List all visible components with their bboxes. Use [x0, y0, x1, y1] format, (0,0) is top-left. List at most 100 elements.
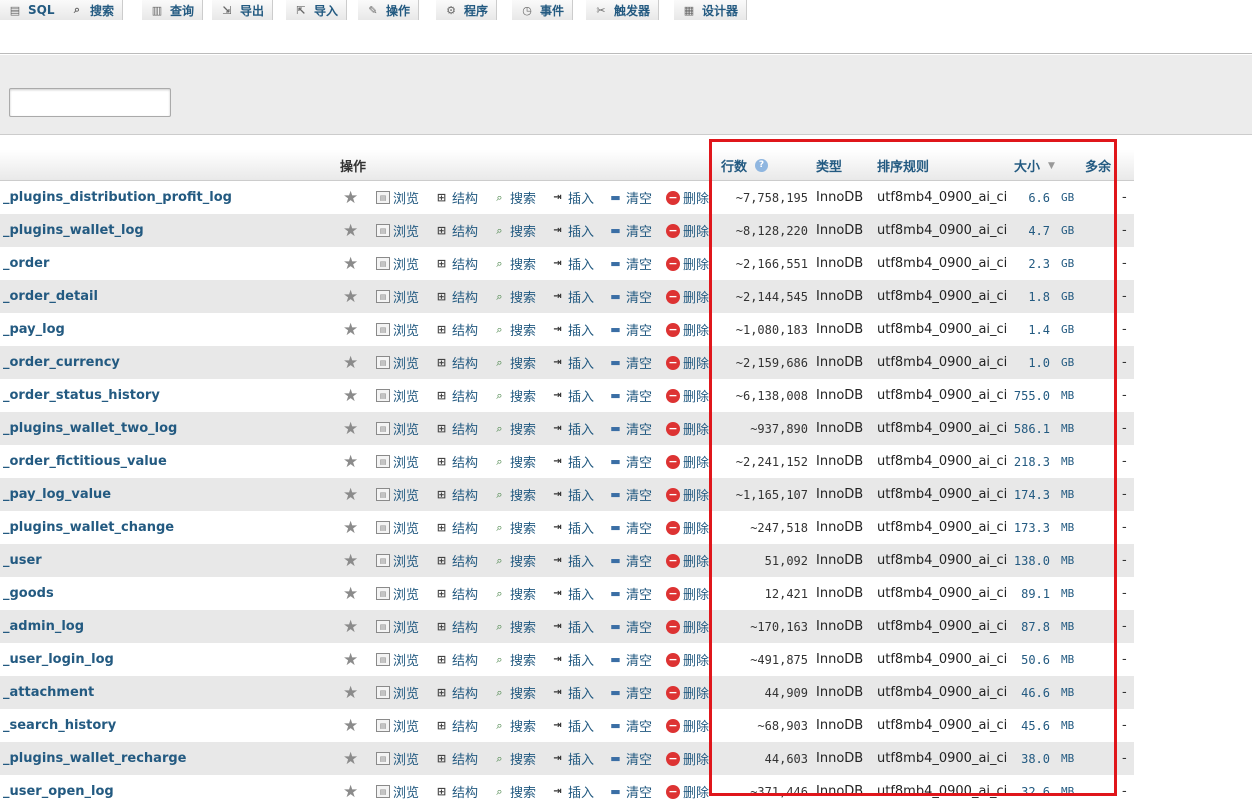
empty-action[interactable]: ▬ 清空 [608, 775, 652, 799]
structure-label[interactable]: 结构 [452, 650, 478, 669]
browse-action[interactable]: ▤ 浏览 [376, 313, 419, 346]
browse-action[interactable]: ▤ 浏览 [376, 214, 419, 247]
empty-action[interactable]: ▬ 清空 [608, 676, 652, 709]
size-unit[interactable]: MB [1061, 577, 1074, 610]
table-name-link[interactable]: _plugins_wallet_recharge [3, 742, 187, 775]
browse-action[interactable]: ▤ 浏览 [376, 511, 419, 544]
tab-label[interactable]: 设计器 [702, 2, 738, 19]
search-action[interactable]: ⌕ 搜索 [492, 577, 536, 610]
search-action[interactable]: ⌕ 搜索 [492, 379, 536, 412]
insert-label[interactable]: 插入 [568, 518, 594, 537]
search-label[interactable]: 搜索 [510, 650, 536, 669]
size-unit[interactable]: GB [1061, 214, 1074, 247]
empty-action[interactable]: ▬ 清空 [608, 478, 652, 511]
size-unit[interactable]: MB [1061, 445, 1074, 478]
empty-action[interactable]: ▬ 清空 [608, 643, 652, 676]
size-value[interactable]: 138.0 [1010, 544, 1050, 577]
empty-label[interactable]: 清空 [626, 452, 652, 471]
size-value[interactable]: 586.1 [1010, 412, 1050, 445]
structure-action[interactable]: ⊞ 结构 [434, 214, 478, 247]
insert-label[interactable]: 插入 [568, 221, 594, 240]
favorite-star-icon[interactable]: ★ [343, 247, 358, 280]
size-value[interactable]: 218.3 [1010, 445, 1050, 478]
structure-label[interactable]: 结构 [452, 584, 478, 603]
size-value[interactable]: 2.3 [1010, 247, 1050, 280]
browse-label[interactable]: 浏览 [393, 188, 419, 207]
tab-3[interactable]: ⇲ 导出 [212, 0, 274, 20]
table-name-link[interactable]: _user_open_log [3, 775, 114, 799]
drop-label[interactable]: 删除 [683, 188, 709, 207]
drop-action[interactable]: − 删除 [666, 214, 710, 247]
header-collation[interactable]: 排序规则 [877, 150, 929, 181]
search-label[interactable]: 搜索 [510, 188, 536, 207]
browse-label[interactable]: 浏览 [393, 584, 419, 603]
drop-action[interactable]: − 删除 [666, 742, 710, 775]
drop-label[interactable]: 删除 [683, 749, 709, 768]
structure-action[interactable]: ⊞ 结构 [434, 478, 478, 511]
structure-action[interactable]: ⊞ 结构 [434, 346, 478, 379]
tab-label[interactable]: 导入 [314, 2, 338, 19]
structure-label[interactable]: 结构 [452, 353, 478, 372]
table-filter-input[interactable] [9, 88, 171, 117]
drop-label[interactable]: 删除 [683, 683, 709, 702]
drop-label[interactable]: 删除 [683, 419, 709, 438]
structure-action[interactable]: ⊞ 结构 [434, 511, 478, 544]
size-value[interactable]: 6.6 [1010, 181, 1050, 214]
size-value[interactable]: 174.3 [1010, 478, 1050, 511]
search-label[interactable]: 搜索 [510, 419, 536, 438]
size-unit[interactable]: GB [1061, 280, 1074, 313]
tab-label[interactable]: SQL [28, 3, 55, 17]
browse-label[interactable]: 浏览 [393, 551, 419, 570]
drop-label[interactable]: 删除 [683, 584, 709, 603]
insert-label[interactable]: 插入 [568, 617, 594, 636]
empty-action[interactable]: ▬ 清空 [608, 610, 652, 643]
browse-action[interactable]: ▤ 浏览 [376, 709, 419, 742]
favorite-star-icon[interactable]: ★ [343, 610, 358, 643]
structure-label[interactable]: 结构 [452, 551, 478, 570]
empty-action[interactable]: ▬ 清空 [608, 346, 652, 379]
empty-label[interactable]: 清空 [626, 320, 652, 339]
search-label[interactable]: 搜索 [510, 518, 536, 537]
search-label[interactable]: 搜索 [510, 617, 536, 636]
search-label[interactable]: 搜索 [510, 551, 536, 570]
insert-label[interactable]: 插入 [568, 584, 594, 603]
insert-action[interactable]: ⇥ 插入 [550, 280, 594, 313]
search-action[interactable]: ⌕ 搜索 [492, 775, 536, 799]
insert-action[interactable]: ⇥ 插入 [550, 643, 594, 676]
drop-label[interactable]: 删除 [683, 386, 709, 405]
structure-action[interactable]: ⊞ 结构 [434, 412, 478, 445]
search-label[interactable]: 搜索 [510, 782, 536, 799]
insert-label[interactable]: 插入 [568, 716, 594, 735]
empty-label[interactable]: 清空 [626, 650, 652, 669]
browse-action[interactable]: ▤ 浏览 [376, 775, 419, 799]
favorite-star-icon[interactable]: ★ [343, 544, 358, 577]
search-label[interactable]: 搜索 [510, 320, 536, 339]
empty-action[interactable]: ▬ 清空 [608, 742, 652, 775]
drop-label[interactable]: 删除 [683, 452, 709, 471]
empty-label[interactable]: 清空 [626, 221, 652, 240]
drop-action[interactable]: − 删除 [666, 577, 710, 610]
drop-label[interactable]: 删除 [683, 716, 709, 735]
insert-label[interactable]: 插入 [568, 485, 594, 504]
drop-action[interactable]: − 删除 [666, 709, 710, 742]
empty-action[interactable]: ▬ 清空 [608, 577, 652, 610]
search-label[interactable]: 搜索 [510, 386, 536, 405]
browse-action[interactable]: ▤ 浏览 [376, 478, 419, 511]
size-value[interactable]: 38.0 [1010, 742, 1050, 775]
browse-action[interactable]: ▤ 浏览 [376, 577, 419, 610]
insert-action[interactable]: ⇥ 插入 [550, 313, 594, 346]
structure-label[interactable]: 结构 [452, 287, 478, 306]
tab-label[interactable]: 事件 [540, 2, 564, 19]
structure-action[interactable]: ⊞ 结构 [434, 610, 478, 643]
favorite-star-icon[interactable]: ★ [343, 313, 358, 346]
structure-action[interactable]: ⊞ 结构 [434, 181, 478, 214]
browse-action[interactable]: ▤ 浏览 [376, 643, 419, 676]
search-action[interactable]: ⌕ 搜索 [492, 412, 536, 445]
empty-label[interactable]: 清空 [626, 254, 652, 273]
empty-label[interactable]: 清空 [626, 782, 652, 799]
search-action[interactable]: ⌕ 搜索 [492, 214, 536, 247]
search-action[interactable]: ⌕ 搜索 [492, 676, 536, 709]
insert-action[interactable]: ⇥ 插入 [550, 478, 594, 511]
search-action[interactable]: ⌕ 搜索 [492, 544, 536, 577]
drop-action[interactable]: − 删除 [666, 544, 710, 577]
